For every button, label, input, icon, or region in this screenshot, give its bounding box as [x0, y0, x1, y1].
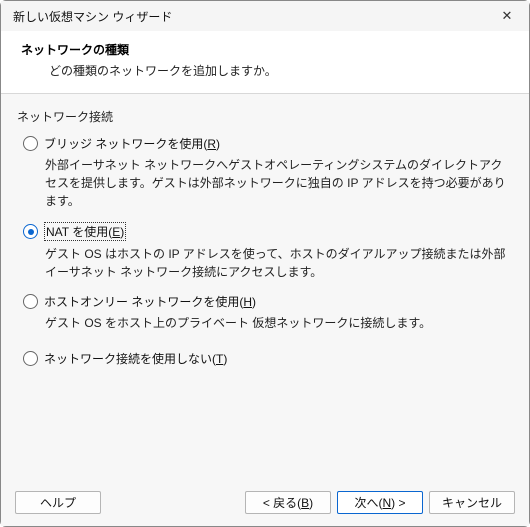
page-subtitle: どの種類のネットワークを追加しますか。 — [21, 62, 509, 79]
option-none: ネットワーク接続を使用しない(T) — [23, 350, 513, 367]
radio-input-bridged[interactable] — [23, 136, 38, 151]
radio-input-hostonly[interactable] — [23, 294, 38, 309]
option-hostonly: ホストオンリー ネットワークを使用(H) ゲスト OS をホスト上のプライベート… — [23, 293, 513, 332]
desc-bridged: 外部イーサネット ネットワークへゲストオペレーティングシステムのダイレクトアクセ… — [45, 156, 513, 210]
radio-label-none: ネットワーク接続を使用しない(T) — [44, 350, 227, 367]
cancel-button[interactable]: キャンセル — [429, 491, 515, 514]
wizard-footer: ヘルプ < 戻る(B) 次へ(N) > キャンセル — [1, 481, 529, 526]
radio-none[interactable]: ネットワーク接続を使用しない(T) — [23, 350, 513, 367]
close-icon[interactable]: ✕ — [493, 5, 521, 27]
option-bridged: ブリッジ ネットワークを使用(R) 外部イーサネット ネットワークへゲストオペレ… — [23, 135, 513, 210]
radio-label-nat: NAT を使用(E) — [44, 222, 126, 241]
help-button[interactable]: ヘルプ — [15, 491, 101, 514]
radio-hostonly[interactable]: ホストオンリー ネットワークを使用(H) — [23, 293, 513, 310]
titlebar: 新しい仮想マシン ウィザード ✕ — [1, 1, 529, 31]
desc-hostonly: ゲスト OS をホスト上のプライベート 仮想ネットワークに接続します。 — [45, 314, 513, 332]
window-title: 新しい仮想マシン ウィザード — [13, 8, 172, 25]
option-nat: NAT を使用(E) ゲスト OS はホストの IP アドレスを使って、ホストの… — [23, 222, 513, 281]
radio-nat[interactable]: NAT を使用(E) — [23, 222, 513, 241]
group-label: ネットワーク接続 — [17, 108, 513, 125]
page-title: ネットワークの種類 — [21, 41, 509, 58]
back-button[interactable]: < 戻る(B) — [245, 491, 331, 514]
next-button[interactable]: 次へ(N) > — [337, 491, 423, 514]
radio-input-none[interactable] — [23, 351, 38, 366]
radio-bridged[interactable]: ブリッジ ネットワークを使用(R) — [23, 135, 513, 152]
radio-input-nat[interactable] — [23, 224, 38, 239]
radio-label-bridged: ブリッジ ネットワークを使用(R) — [44, 135, 220, 152]
desc-nat: ゲスト OS はホストの IP アドレスを使って、ホストのダイアルアップ接続また… — [45, 245, 513, 281]
wizard-header: ネットワークの種類 どの種類のネットワークを追加しますか。 — [1, 31, 529, 93]
radio-label-hostonly: ホストオンリー ネットワークを使用(H) — [44, 293, 256, 310]
wizard-body: ネットワーク接続 ブリッジ ネットワークを使用(R) 外部イーサネット ネットワ… — [1, 93, 529, 481]
